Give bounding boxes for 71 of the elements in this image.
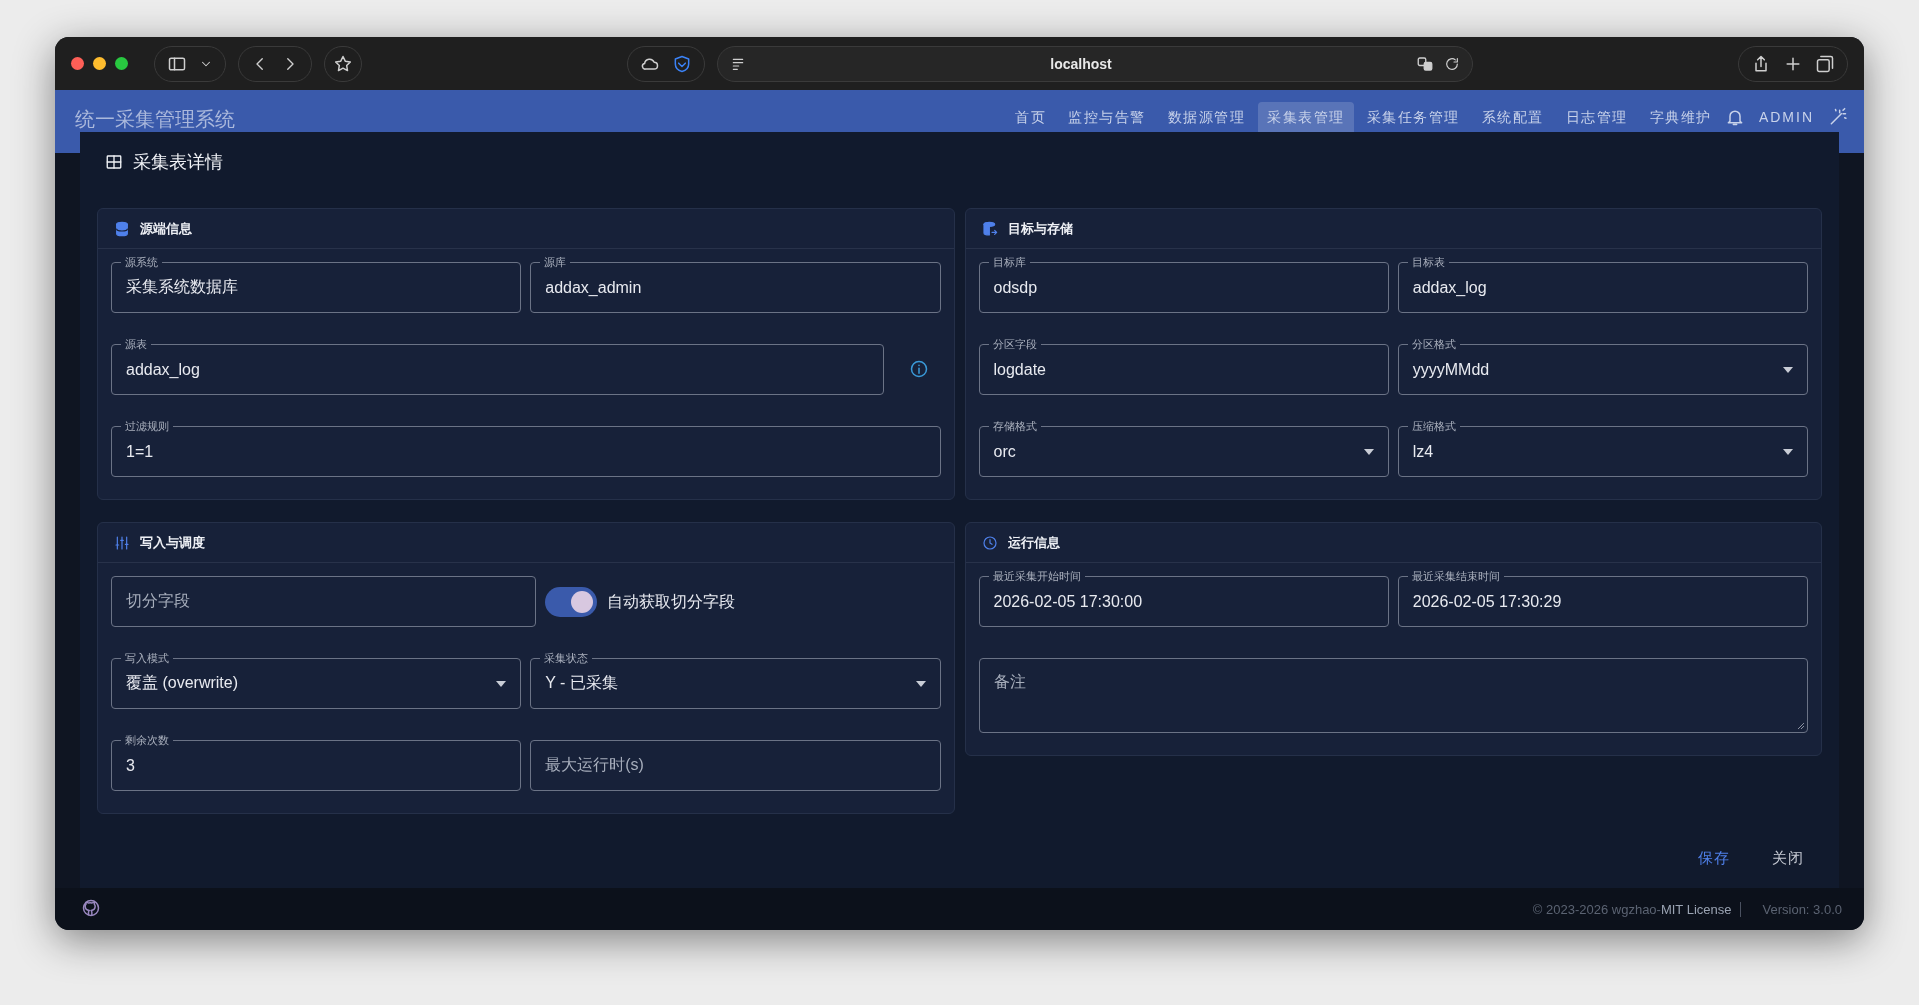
select-field[interactable]: 采集状态 Y - 已采集 [530,650,941,709]
field-label: 剩余次数 [121,733,173,747]
textarea-field[interactable]: 备注 [978,650,1808,733]
minimize-button[interactable] [93,57,106,70]
select-field[interactable]: 分区格式 yyyyMMdd [1397,336,1808,395]
section-title: 目标与存储 [1007,219,1073,238]
magic-wand-icon[interactable] [1828,107,1848,127]
toggle-label: 自动获取切分字段 [606,591,735,612]
text-field[interactable]: 分区字段 logdate [978,336,1389,395]
text-field[interactable]: 源系统 采集系统数据库 [111,254,522,313]
address-bar[interactable]: localhost [717,45,1473,82]
section-title: 运行信息 [1007,533,1060,552]
tabs-icon[interactable] [1815,53,1835,74]
translate-icon[interactable] [1416,54,1434,73]
section-title: 源端信息 [140,219,192,238]
select-field[interactable]: 存储格式 orc [978,418,1389,477]
field-label: 源系统 [121,255,162,269]
save-button[interactable]: 保存 [1690,843,1738,874]
database-icon [981,220,998,237]
zoom-button[interactable] [115,57,128,70]
close-button[interactable]: 关闭 [1764,843,1812,874]
text-field[interactable]: 切分字段 [111,568,536,627]
star-icon[interactable] [333,53,353,74]
user-menu[interactable]: ADMIN [1758,109,1814,125]
close-button[interactable] [71,57,84,70]
text-field[interactable]: 源表 addax_log [111,336,884,395]
text-field[interactable]: 剩余次数 3 [111,732,522,791]
copyright-text: © 2023-2026 wgzhao- [1532,901,1661,917]
field-label: 分区字段 [988,337,1041,351]
select-field[interactable]: 压缩格式 lz4 [1397,418,1808,477]
field-label: 源库 [540,255,571,269]
resize-handle-icon[interactable] [1797,722,1805,730]
version-text: Version: 3.0.0 [1739,901,1842,917]
address-text: localhost [1049,55,1113,72]
text-field[interactable]: 最近采集结束时间 2026-02-05 17:30:29 [1397,568,1808,627]
toggle-switch[interactable] [544,587,597,617]
field-label: 过滤规则 [121,419,173,433]
caret-icon [1782,365,1794,374]
field-label: 采集状态 [540,651,593,665]
field-label: 写入模式 [121,651,173,665]
info-icon[interactable] [908,359,929,379]
sliders-icon [114,534,130,551]
text-field[interactable]: 目标库 odsdp [978,254,1389,313]
caret-icon [914,679,927,688]
field-label: 最近采集结束时间 [1407,569,1504,583]
reload-icon[interactable] [1444,55,1460,72]
field-label: 最近采集开始时间 [988,569,1085,583]
field-label: 分区格式 [1407,337,1460,351]
license-link[interactable]: MIT License [1660,901,1732,917]
text-field[interactable]: 最近采集开始时间 2026-02-05 17:30:00 [978,568,1389,627]
section-title: 写入与调度 [140,533,205,552]
database-icon [114,220,130,237]
text-field[interactable]: 过滤规则 1=1 [111,418,941,477]
field-label: 压缩格式 [1407,419,1460,433]
github-icon[interactable] [81,897,101,918]
text-field[interactable]: 目标表 addax_log [1397,254,1808,313]
field-label: 源表 [121,337,151,351]
select-field[interactable]: 写入模式 覆盖 (overwrite) [111,650,522,709]
dialog-title: 采集表详情 [133,151,223,174]
clock-icon [981,534,998,551]
field-label: 目标表 [1407,255,1449,269]
app-title: 统一采集管理系统 [75,107,235,132]
caret-icon [495,679,508,688]
caret-icon [1782,447,1794,456]
caret-icon [1362,447,1375,456]
field-label: 存储格式 [988,419,1041,433]
table-icon [105,153,123,171]
field-label: 目标库 [988,255,1030,269]
text-field[interactable]: 源库 addax_admin [530,254,941,313]
text-field[interactable]: 最大运行时(s) [530,732,941,791]
shield-icon[interactable] [672,53,692,74]
